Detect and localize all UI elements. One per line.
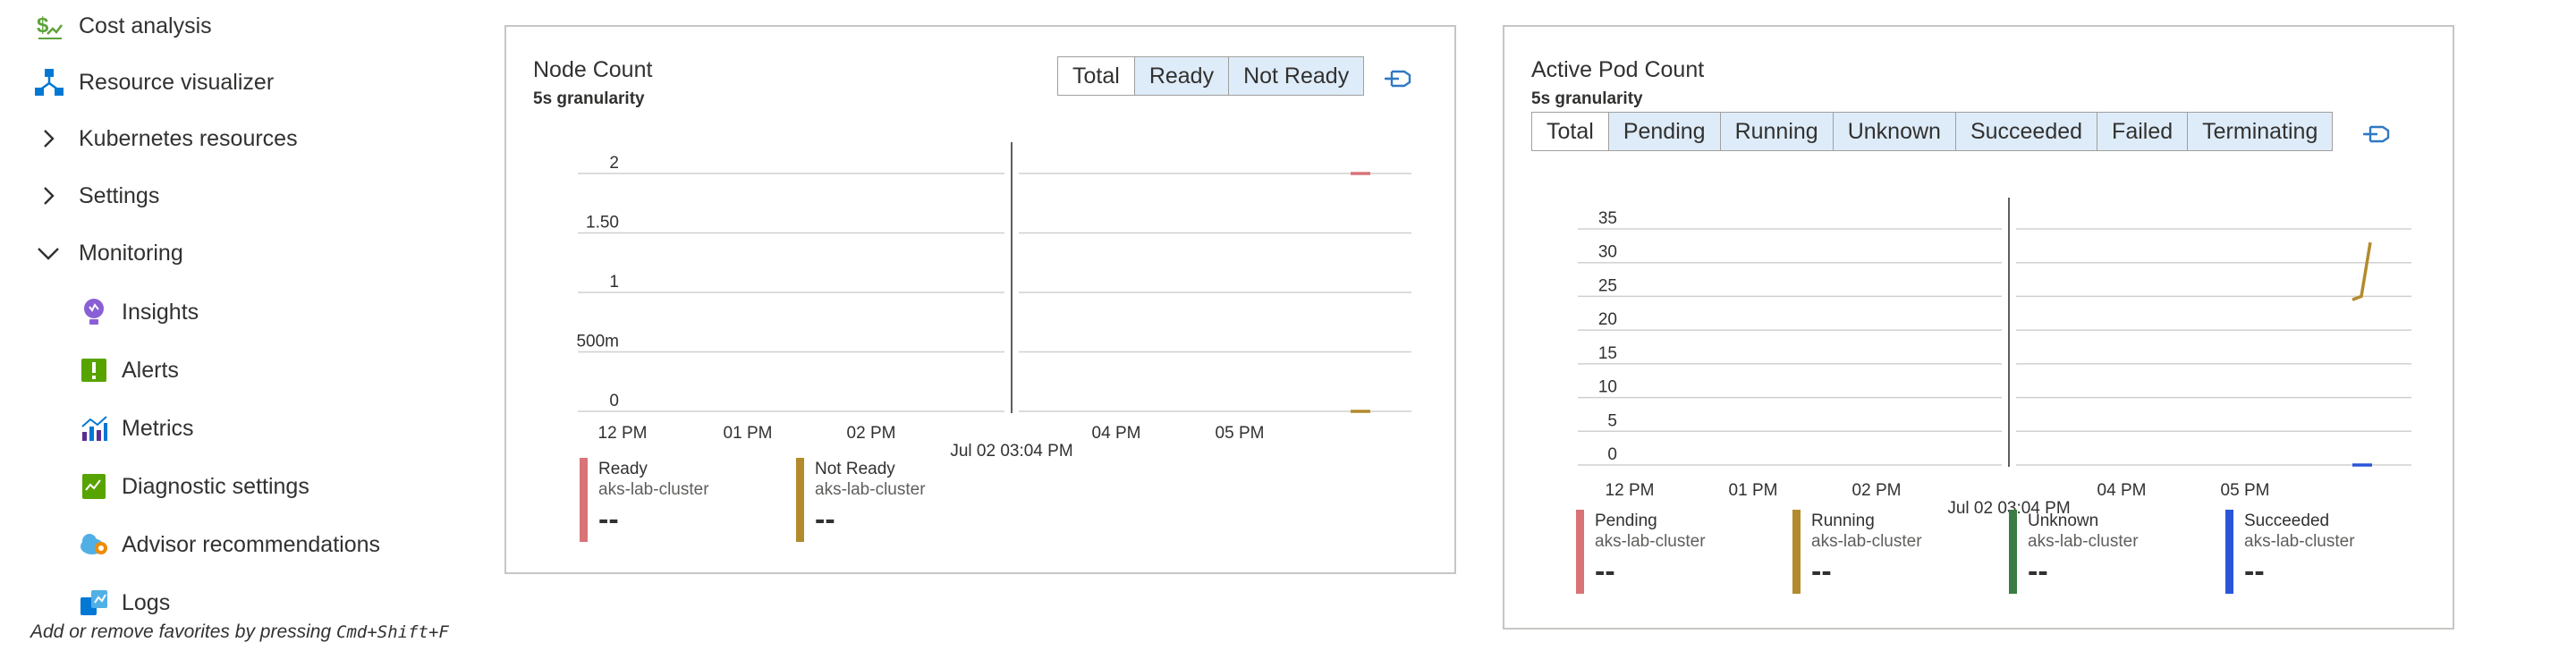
sidebar-item-label: Insights bbox=[122, 299, 199, 325]
sidebar-item-label: Monitoring bbox=[79, 240, 183, 266]
svg-text:$: $ bbox=[37, 13, 49, 38]
y-tick-label: 25 bbox=[1598, 276, 1617, 295]
sidebar-item-alerts[interactable]: Alerts bbox=[77, 344, 179, 396]
legend-cluster-name: aks-lab-cluster bbox=[1811, 532, 1922, 551]
chevron-right-icon bbox=[36, 183, 61, 208]
diagnostic-settings-icon bbox=[77, 469, 111, 503]
legend-item-succeeded[interactable]: Succeeded aks-lab-cluster -- bbox=[2225, 510, 2404, 594]
legend-series-name: Pending bbox=[1595, 512, 1657, 530]
legend-series-name: Running bbox=[1811, 512, 1875, 530]
y-tick-label: 20 bbox=[1598, 310, 1617, 329]
legend-color-bar bbox=[580, 458, 588, 542]
y-tick-label: 5 bbox=[1607, 411, 1617, 430]
legend-series-name: Unknown bbox=[2028, 512, 2099, 530]
logs-icon bbox=[77, 586, 111, 620]
y-tick-label: 35 bbox=[1598, 209, 1617, 228]
active-pod-count-card: Active Pod Count 5s granularity Total Pe… bbox=[1503, 25, 2454, 630]
y-tick-label: 1.50 bbox=[586, 214, 619, 232]
y-tick-label: 0 bbox=[1607, 445, 1617, 464]
x-tick-label: 12 PM bbox=[598, 424, 648, 443]
x-tick-label: 02 PM bbox=[847, 424, 896, 443]
sidebar-item-label: Metrics bbox=[122, 415, 194, 441]
x-tick-label: 04 PM bbox=[1092, 424, 1141, 443]
legend-value: -- bbox=[1811, 554, 1832, 588]
legend-cluster-name: aks-lab-cluster bbox=[1595, 532, 1706, 551]
y-tick-label: 10 bbox=[1598, 378, 1617, 397]
sidebar-item-advisor-recommendations[interactable]: Advisor recommendations bbox=[77, 519, 380, 571]
y-tick-label: 30 bbox=[1598, 243, 1617, 262]
sidebar-item-insights[interactable]: Insights bbox=[77, 286, 199, 338]
sidebar-item-label: Resource visualizer bbox=[79, 69, 275, 95]
sidebar-item-label: Cost analysis bbox=[79, 13, 212, 38]
sidebar-item-label: Advisor recommendations bbox=[122, 531, 381, 557]
y-tick-label: 0 bbox=[609, 392, 619, 410]
legend-color-bar bbox=[796, 458, 804, 542]
sidebar-item-label: Diagnostic settings bbox=[122, 473, 309, 499]
resource-visualizer-icon bbox=[32, 65, 66, 99]
legend-color-bar bbox=[1576, 510, 1584, 594]
sidebar-item-metrics[interactable]: Metrics bbox=[77, 402, 194, 454]
legend-color-bar bbox=[2225, 510, 2233, 594]
legend-cluster-name: aks-lab-cluster bbox=[2028, 532, 2139, 551]
sidebar-item-diagnostic-settings[interactable]: Diagnostic settings bbox=[77, 461, 309, 512]
legend-series-name: Ready bbox=[598, 460, 648, 478]
legend-value: -- bbox=[815, 503, 835, 537]
sidebar-item-label: Alerts bbox=[122, 357, 179, 383]
sidebar-item-resource-visualizer[interactable]: Resource visualizer bbox=[32, 56, 274, 108]
legend-value: -- bbox=[598, 503, 619, 537]
legend-color-bar bbox=[2009, 510, 2017, 594]
legend-item-running[interactable]: Running aks-lab-cluster -- bbox=[1792, 510, 1971, 594]
advisor-recommendations-icon bbox=[77, 528, 111, 562]
y-tick-label: 1 bbox=[609, 273, 619, 292]
y-tick-label: 2 bbox=[609, 154, 619, 173]
legend-cluster-name: aks-lab-cluster bbox=[2244, 532, 2355, 551]
alerts-icon bbox=[77, 353, 111, 387]
node-count-card: Node Count 5s granularity Total Ready No… bbox=[504, 25, 1456, 574]
x-tick-label: 04 PM bbox=[2097, 481, 2147, 500]
sidebar-item-kubernetes-resources[interactable]: Kubernetes resources bbox=[36, 113, 298, 165]
metrics-icon bbox=[77, 411, 111, 445]
x-tick-label: 05 PM bbox=[2221, 481, 2270, 500]
favorites-hint-shortcut: Cmd+Shift+F bbox=[336, 622, 449, 642]
sidebar-item-monitoring[interactable]: Monitoring bbox=[36, 227, 183, 279]
x-tick-label: 01 PM bbox=[724, 424, 773, 443]
legend-item-not-ready[interactable]: Not Ready aks-lab-cluster -- bbox=[796, 458, 975, 542]
x-tick-label: 01 PM bbox=[1729, 481, 1778, 500]
cost-analysis-icon: $ bbox=[32, 9, 66, 43]
legend-cluster-name: aks-lab-cluster bbox=[815, 480, 926, 499]
legend-item-pending[interactable]: Pending aks-lab-cluster -- bbox=[1576, 510, 1755, 594]
favorites-hint-text: Add or remove favorites by pressing bbox=[30, 621, 336, 642]
y-tick-label: 15 bbox=[1598, 344, 1617, 363]
sidebar-item-label: Kubernetes resources bbox=[79, 125, 298, 151]
x-tick-label: 02 PM bbox=[1852, 481, 1902, 500]
legend-value: -- bbox=[2028, 554, 2048, 588]
x-tick-label: 12 PM bbox=[1606, 481, 1655, 500]
legend-cluster-name: aks-lab-cluster bbox=[598, 480, 709, 499]
favorites-hint: Add or remove favorites by pressing Cmd+… bbox=[30, 621, 449, 643]
legend-item-unknown[interactable]: Unknown aks-lab-cluster -- bbox=[2009, 510, 2188, 594]
chevron-down-icon bbox=[36, 241, 61, 266]
chevron-right-icon bbox=[36, 126, 61, 151]
x-tick-label: 05 PM bbox=[1216, 424, 1265, 443]
series-line-running bbox=[2351, 241, 2372, 301]
y-tick-label: 500m bbox=[576, 333, 619, 351]
sidebar-item-label: Logs bbox=[122, 589, 171, 615]
legend-series-name: Succeeded bbox=[2244, 512, 2330, 530]
legend-value: -- bbox=[1595, 554, 1615, 588]
sidebar-item-cost-analysis[interactable]: $ Cost analysis bbox=[32, 0, 212, 52]
legend-color-bar bbox=[1792, 510, 1801, 594]
legend-item-ready[interactable]: Ready aks-lab-cluster -- bbox=[580, 458, 758, 542]
insights-icon bbox=[77, 295, 111, 329]
sidebar: $ Cost analysis Resource visualizer Kube… bbox=[0, 0, 483, 651]
legend-series-name: Not Ready bbox=[815, 460, 895, 478]
sidebar-item-settings[interactable]: Settings bbox=[36, 170, 159, 222]
sidebar-item-label: Settings bbox=[79, 182, 160, 208]
legend-value: -- bbox=[2244, 554, 2265, 588]
